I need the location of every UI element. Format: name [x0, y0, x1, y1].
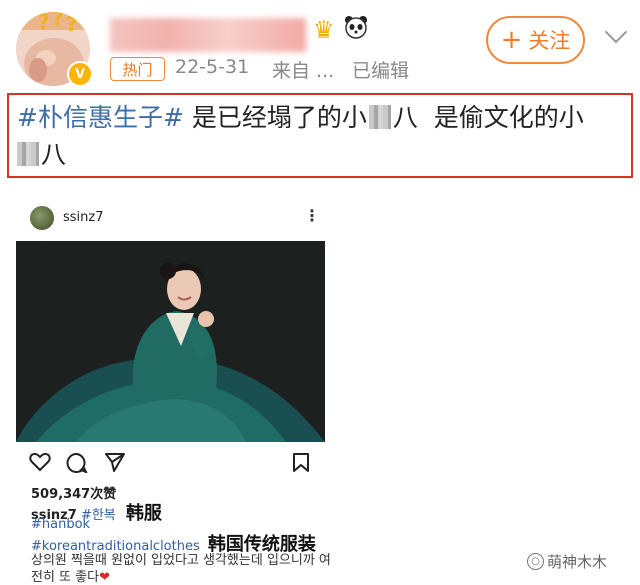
watermark: ○ 萌神木木	[527, 551, 607, 572]
watermark-text: 萌神木木	[547, 553, 608, 571]
verified-badge: V	[67, 61, 93, 87]
heart-emoji-icon: ❤	[99, 570, 110, 585]
follow-button[interactable]: + 关注	[486, 16, 585, 64]
panda-icon	[343, 14, 369, 46]
edited-label[interactable]: 已编辑	[352, 56, 409, 83]
comment-icon[interactable]	[66, 452, 89, 477]
post-text-line-1: #朴信惠生子# 是已经塌了的小八 是偷文化的小	[17, 101, 584, 135]
caption-hashtag-translation-1: 韩服	[125, 503, 162, 524]
post-date: 22-5-31	[175, 56, 250, 78]
bookmark-icon[interactable]	[292, 452, 310, 477]
post-text-part-3: 八	[41, 140, 67, 169]
crown-icon: ♛	[313, 16, 335, 44]
username-blurred[interactable]	[110, 18, 306, 52]
follow-label: 关注	[528, 29, 571, 53]
post-text-line-2: 八	[17, 138, 66, 172]
more-options-icon[interactable]: ⋮	[304, 206, 320, 225]
share-icon[interactable]	[104, 452, 126, 476]
question-mark-icon: ?	[52, 12, 64, 30]
ig-username[interactable]: ssinz7	[63, 210, 104, 225]
hot-tag: 热门	[110, 57, 165, 81]
question-mark-icon: ?	[38, 12, 50, 34]
watermark-logo-icon: ○	[527, 553, 544, 570]
ig-avatar[interactable]	[30, 206, 54, 230]
question-mark-icon: ?	[66, 12, 78, 36]
hashtag-link[interactable]: #朴信惠生子#	[17, 103, 184, 132]
censored-char	[368, 105, 391, 129]
heart-icon[interactable]	[29, 452, 51, 476]
chevron-down-icon[interactable]	[604, 20, 628, 44]
plus-icon: +	[500, 25, 523, 55]
hanbok-photo[interactable]	[16, 241, 325, 442]
caption-korean-line-2-text: 전히 또 좋다	[31, 570, 100, 585]
censored-char	[17, 142, 39, 166]
caption-korean-line-2: 전히 또 좋다❤	[31, 566, 110, 585]
post-text-part-2: 八 是偷文化的小	[392, 103, 584, 132]
post-text-part-1: 是已经塌了的小	[191, 103, 367, 132]
post-source[interactable]: 来自 ...	[272, 56, 334, 83]
hanbok-photo-image	[16, 241, 325, 442]
